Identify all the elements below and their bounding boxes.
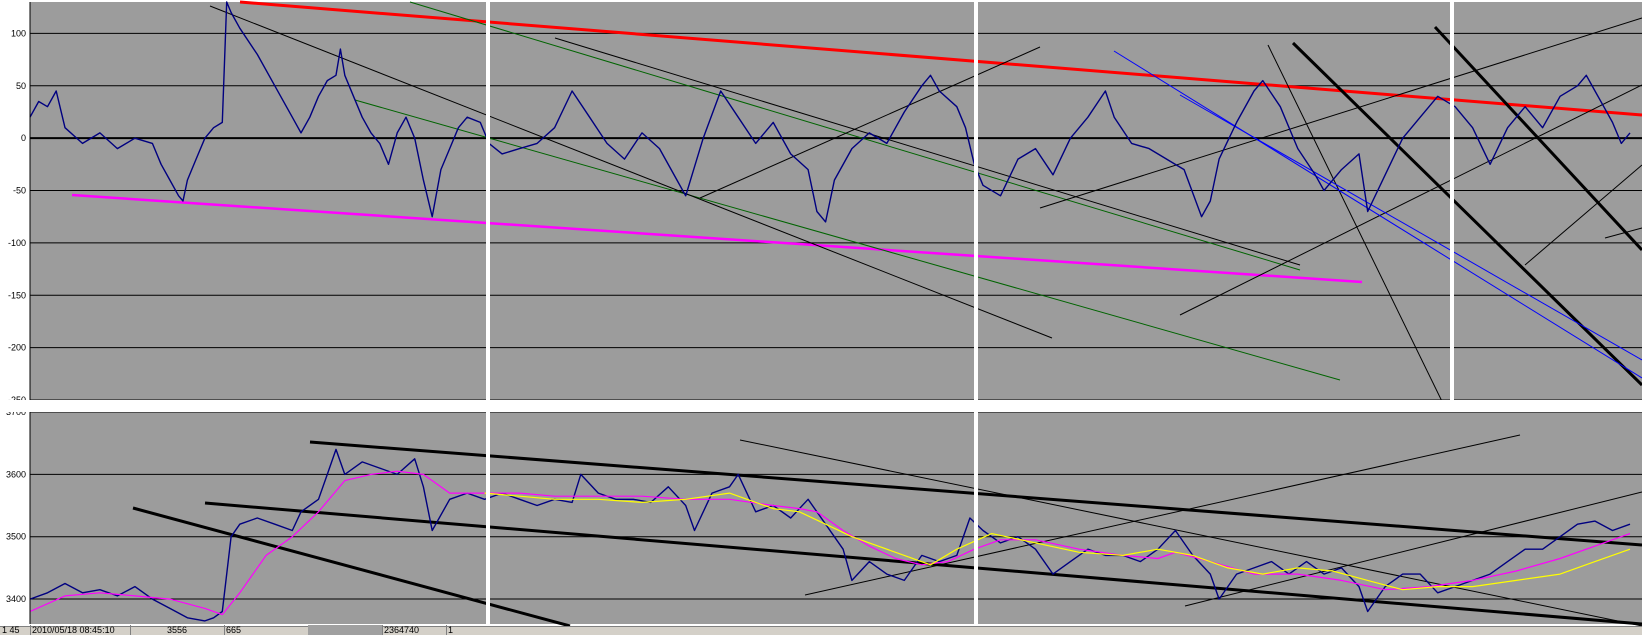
oscillator-y-axis: 100500-50-100-150-200-250: [8, 28, 26, 405]
separator-1: [486, 0, 490, 626]
y-tick-label: -50: [13, 186, 26, 196]
oscillator-panel: 100500-50-100-150-200-250: [8, 0, 1642, 429]
y-tick-label: 3600: [6, 469, 26, 479]
separator-3: [1450, 0, 1454, 412]
y-tick-label: 50: [16, 81, 26, 91]
chart-window: 100500-50-100-150-200-250: [0, 0, 1642, 635]
y-tick-label: -100: [8, 238, 26, 248]
separator-2: [974, 0, 978, 626]
y-tick-label: -200: [8, 343, 26, 353]
price-y-axis: 3700360035003400: [6, 407, 26, 604]
y-tick-label: -150: [8, 290, 26, 300]
oscillator-plot-area: [30, 2, 1642, 400]
horizontal-separator: [0, 400, 1642, 412]
price-plot-area: [30, 412, 1642, 624]
y-tick-label: 100: [11, 28, 26, 38]
price-panel: 3700360035003400: [6, 407, 1642, 628]
chart-canvas: 100500-50-100-150-200-250: [0, 0, 1642, 628]
y-tick-label: 0: [21, 133, 26, 143]
y-tick-label: 3400: [6, 594, 26, 604]
y-tick-label: 3500: [6, 532, 26, 542]
